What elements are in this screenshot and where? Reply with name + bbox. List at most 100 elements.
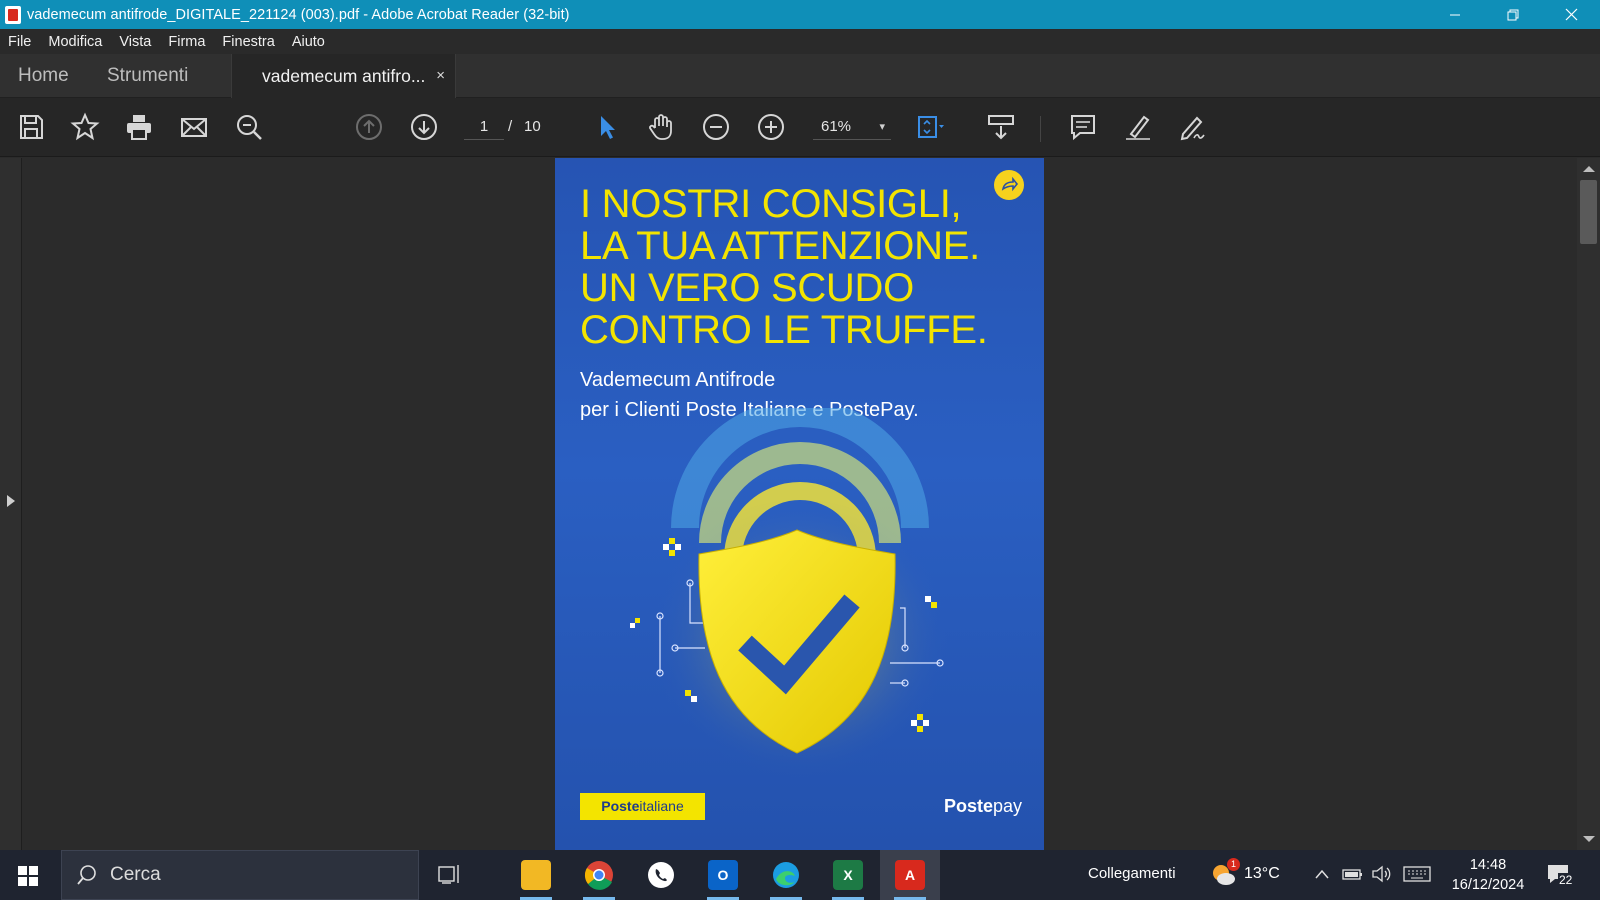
battery-indicator[interactable] (1342, 866, 1364, 887)
menu-finestra[interactable]: Finestra (222, 34, 274, 50)
fit-page-icon (918, 116, 944, 138)
menu-vista[interactable]: Vista (119, 34, 151, 50)
taskbar-edge[interactable] (756, 850, 816, 900)
postepay-logo: Postepay (944, 796, 1022, 817)
save-button[interactable] (14, 110, 48, 144)
windows-logo-icon (18, 877, 27, 886)
save-icon (20, 115, 43, 139)
keyboard-icon (1403, 866, 1431, 882)
scroll-down-arrow-icon[interactable] (1583, 836, 1595, 842)
bookmark-button[interactable] (68, 110, 102, 144)
select-tool-button[interactable] (590, 110, 624, 144)
acrobat-app-icon (5, 5, 21, 24)
sign-button[interactable] (1175, 110, 1209, 144)
envelope-icon (181, 118, 207, 137)
poste-logo-regular: italiane (639, 798, 684, 814)
hand-icon (649, 114, 672, 140)
links-toolbar[interactable]: Collegamenti (1088, 865, 1176, 882)
folder-icon (521, 860, 551, 890)
printer-icon (127, 115, 151, 140)
outlook-icon: O (708, 860, 738, 890)
tab-tools[interactable]: Strumenti (107, 54, 188, 98)
arrow-down-circle-icon (411, 114, 437, 140)
task-view-icon (438, 865, 459, 884)
cursor-arrow-icon (601, 116, 615, 139)
page-number-input[interactable]: 1 (464, 114, 504, 140)
tab-close-button[interactable]: × (436, 67, 445, 84)
zoom-level-select[interactable]: 61% ▾ (813, 114, 891, 140)
clock-time: 14:48 (1469, 857, 1507, 873)
zoom-in-icon (758, 114, 784, 140)
scrollbar-thumb[interactable] (1580, 180, 1597, 244)
menu-aiuto[interactable]: Aiuto (292, 34, 325, 50)
menu-firma[interactable]: Firma (168, 34, 205, 50)
title-bar: vademecum antifrode_DIGITALE_221124 (003… (0, 0, 1600, 29)
close-window-button[interactable] (1542, 0, 1600, 29)
star-icon (70, 112, 100, 141)
navigation-panel-toggle[interactable] (0, 158, 22, 850)
email-button[interactable] (177, 110, 211, 144)
page-total: 10 (524, 118, 541, 135)
taskbar-outlook[interactable]: O (693, 850, 753, 900)
zoom-in-button[interactable] (754, 110, 788, 144)
restore-button[interactable] (1484, 0, 1542, 29)
notification-count: 22 (1558, 873, 1574, 887)
show-hidden-icons-button[interactable] (1314, 867, 1330, 885)
menu-modifica[interactable]: Modifica (48, 34, 102, 50)
headline-line-3: UN VERO SCUDO (580, 266, 914, 310)
touch-keyboard-button[interactable] (1403, 865, 1431, 888)
system-clock[interactable]: 14:48 16/12/2024 (1443, 855, 1533, 895)
taskbar-excel[interactable]: X (818, 850, 878, 900)
windows-taskbar: Cerca O X A Collegamenti 1 13°C 14:48 16… (0, 850, 1600, 900)
comment-button[interactable] (1066, 110, 1100, 144)
taskbar-chrome[interactable] (569, 850, 629, 900)
start-button[interactable] (18, 866, 38, 886)
page-separator: / (508, 118, 513, 135)
keyboard-scroll-icon (988, 115, 1014, 140)
previous-page-button[interactable] (352, 110, 386, 144)
excel-icon: X (833, 860, 863, 890)
tab-document-label: vademecum antifro... (262, 65, 426, 86)
fit-page-button[interactable] (913, 110, 947, 144)
weather-widget[interactable]: 1 (1210, 858, 1240, 889)
search-zoom-icon (237, 115, 262, 140)
menu-bar: File Modifica Vista Firma Finestra Aiuto (0, 29, 1600, 54)
vertical-scrollbar[interactable] (1577, 158, 1600, 850)
tab-home[interactable]: Home (18, 54, 69, 98)
hand-tool-button[interactable] (644, 110, 678, 144)
volume-control[interactable] (1371, 865, 1393, 888)
scroll-mode-button[interactable] (984, 110, 1018, 144)
highlight-button[interactable] (1121, 110, 1155, 144)
shield-illustration (630, 408, 950, 778)
battery-icon (1342, 869, 1362, 880)
menu-file[interactable]: File (8, 34, 31, 50)
windows-logo-icon (29, 877, 38, 886)
notification-center-button[interactable]: 22 (1546, 863, 1576, 889)
document-viewport[interactable]: I NOSTRI CONSIGLI, LA TUA ATTENZIONE. UN… (23, 158, 1577, 850)
acrobat-icon: A (895, 860, 925, 890)
zoom-out-button[interactable] (699, 110, 733, 144)
search-placeholder: Cerca (110, 864, 161, 885)
weather-temperature[interactable]: 13°C (1244, 865, 1280, 883)
windows-logo-icon (18, 866, 27, 875)
signature-pen-icon (1180, 116, 1205, 141)
find-button[interactable] (232, 110, 266, 144)
taskbar-file-explorer[interactable] (506, 850, 566, 900)
highlighter-icon (1126, 115, 1150, 140)
task-view-button[interactable] (420, 850, 480, 900)
toolbar-divider (1040, 116, 1041, 142)
scroll-up-arrow-icon[interactable] (1583, 166, 1595, 172)
tab-document[interactable]: vademecum antifro... × (231, 54, 456, 98)
next-page-button[interactable] (407, 110, 441, 144)
restore-icon (1507, 9, 1519, 20)
taskbar-whatsapp[interactable] (631, 850, 691, 900)
arrow-up-circle-icon (356, 114, 382, 140)
taskbar-search-box[interactable]: Cerca (61, 850, 419, 900)
poste-logo-bold: Poste (601, 798, 640, 814)
minimize-button[interactable] (1426, 0, 1484, 29)
headline-line-4: CONTRO LE TRUFFE. (580, 308, 988, 352)
page-headline: I NOSTRI CONSIGLI, LA TUA ATTENZIONE. UN… (580, 183, 1020, 351)
taskbar-acrobat[interactable]: A (880, 850, 940, 900)
speaker-icon (1372, 865, 1391, 883)
print-button[interactable] (122, 110, 156, 144)
